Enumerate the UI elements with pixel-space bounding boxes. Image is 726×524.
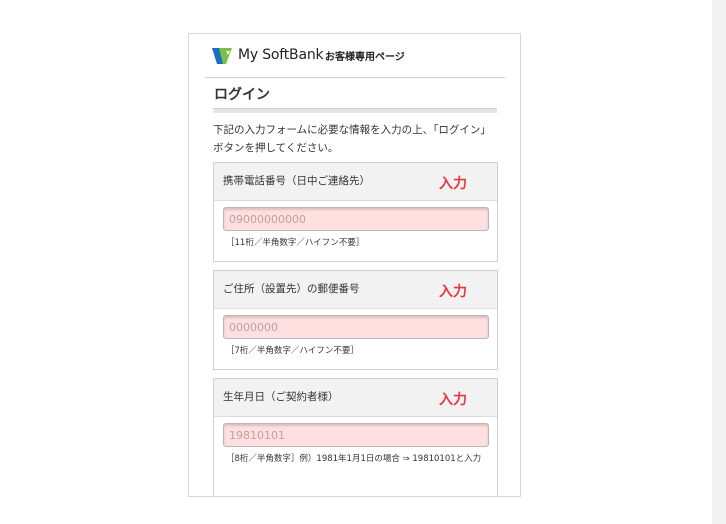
page-scroll-edge bbox=[712, 0, 726, 524]
birthdate-label: 生年月日（ご契約者様） bbox=[223, 391, 339, 403]
site-header: My SoftBank お客様専用ページ bbox=[189, 34, 520, 78]
input-annotation: 入力 bbox=[439, 392, 467, 408]
postal-code-hint: ［7桁／半角数字／ハイフン不要］ bbox=[226, 346, 359, 356]
postal-code-section: ご住所（設置先）の郵便番号 入力 ［7桁／半角数字／ハイフン不要］ bbox=[213, 270, 498, 370]
header-subtitle: お客様専用ページ bbox=[325, 52, 405, 63]
phone-hint: ［11桁／半角数字／ハイフン不要］ bbox=[226, 238, 365, 248]
input-annotation: 入力 bbox=[439, 284, 467, 300]
phone-input[interactable] bbox=[223, 207, 489, 231]
intro-text: 下記の入力フォームに必要な情報を入力の上、「ログイン」ボタンを押してください。 bbox=[213, 124, 491, 154]
softbank-logo-icon bbox=[212, 48, 232, 64]
phone-section-header: 携帯電話番号（日中ご連絡先） 入力 bbox=[214, 163, 497, 201]
phone-label: 携帯電話番号（日中ご連絡先） bbox=[223, 175, 370, 187]
postal-code-input[interactable] bbox=[223, 315, 489, 339]
postal-code-label: ご住所（設置先）の郵便番号 bbox=[223, 283, 360, 295]
birthdate-section-header: 生年月日（ご契約者様） 入力 bbox=[214, 379, 497, 417]
page-title: ログイン bbox=[214, 87, 270, 103]
birthdate-section: 生年月日（ご契約者様） 入力 ［8桁／半角数字］例）1981年1月1日の場合 ⇒… bbox=[213, 378, 498, 496]
postal-code-section-header: ご住所（設置先）の郵便番号 入力 bbox=[214, 271, 497, 309]
input-annotation: 入力 bbox=[439, 176, 467, 192]
birthdate-hint: ［8桁／半角数字］例）1981年1月1日の場合 ⇒ 19810101と入力 bbox=[226, 454, 482, 464]
brand-name[interactable]: My SoftBank bbox=[238, 47, 324, 63]
header-divider bbox=[205, 77, 505, 78]
phone-section: 携帯電話番号（日中ご連絡先） 入力 ［11桁／半角数字／ハイフン不要］ bbox=[213, 162, 498, 262]
birthdate-input[interactable] bbox=[223, 423, 489, 447]
login-page-frame: My SoftBank お客様専用ページ ログイン 下記の入力フォームに必要な情… bbox=[188, 33, 521, 497]
title-divider bbox=[213, 108, 497, 113]
